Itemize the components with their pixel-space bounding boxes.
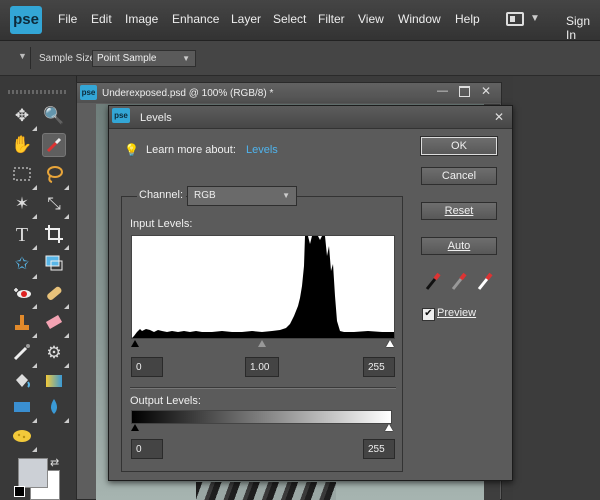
menu-help[interactable]: Help xyxy=(455,12,480,26)
move-tool-icon[interactable]: ✥ xyxy=(10,104,37,131)
channel-label: Channel: xyxy=(137,189,187,201)
menu-view[interactable]: View xyxy=(358,12,384,26)
ok-button[interactable]: OK xyxy=(420,136,498,156)
gradient-tool-icon[interactable] xyxy=(42,370,66,394)
paint-bucket-tool-icon[interactable] xyxy=(10,370,34,394)
lasso-tool-icon[interactable] xyxy=(42,163,69,190)
shape-tool-icon[interactable] xyxy=(10,396,37,423)
marquee-tool-icon[interactable] xyxy=(10,163,37,190)
gray-point-eyedropper-icon[interactable] xyxy=(450,270,468,292)
clone-stamp-tool-icon[interactable] xyxy=(10,311,37,338)
close-icon[interactable]: ✕ xyxy=(481,84,491,98)
workspace-layout-icon[interactable] xyxy=(506,12,524,26)
input-white-field[interactable]: 255 xyxy=(363,357,395,377)
histogram xyxy=(131,235,395,339)
brush-tool-icon[interactable] xyxy=(10,341,37,368)
reset-button[interactable]: Reset xyxy=(421,202,497,220)
input-gamma-slider[interactable] xyxy=(258,340,266,347)
smart-brush-tool-icon[interactable]: ⚙ xyxy=(42,341,69,368)
preview-label[interactable]: Preview xyxy=(437,307,476,319)
menu-filter[interactable]: Filter xyxy=(318,12,345,26)
lightbulb-icon: 💡 xyxy=(124,143,139,157)
preview-checkbox[interactable]: ✔ xyxy=(422,308,435,321)
swap-colors-icon[interactable]: ⇄ xyxy=(50,456,59,469)
chevron-down-icon: ▼ xyxy=(282,191,290,200)
output-levels-label: Output Levels: xyxy=(130,395,201,407)
hand-tool-icon[interactable]: ✋ xyxy=(10,133,34,157)
default-colors-icon[interactable] xyxy=(14,486,25,497)
dialog-app-icon: pse xyxy=(112,108,130,123)
learn-more-label: Learn more about: xyxy=(146,144,236,156)
options-menu-icon[interactable]: ▼ xyxy=(18,51,27,61)
minimize-icon[interactable]: — xyxy=(437,85,448,97)
channel-select[interactable]: RGB ▼ xyxy=(187,186,297,206)
menu-file[interactable]: File xyxy=(58,12,77,26)
type-tool-icon[interactable]: T xyxy=(10,223,37,250)
learn-more-link[interactable]: Levels xyxy=(246,144,278,156)
black-point-eyedropper-icon[interactable] xyxy=(424,270,442,292)
sample-size-value: Point Sample xyxy=(97,53,157,64)
histogram-graph xyxy=(132,236,394,338)
maximize-icon[interactable] xyxy=(459,86,470,97)
output-white-slider[interactable] xyxy=(385,424,393,431)
crop-tool-icon[interactable] xyxy=(42,223,69,250)
app-logo: pse xyxy=(10,6,42,34)
chevron-down-icon[interactable]: ▼ xyxy=(530,13,540,24)
output-black-field[interactable]: 0 xyxy=(131,439,163,459)
section-divider xyxy=(130,387,396,389)
sponge-tool-icon[interactable] xyxy=(10,425,37,452)
menu-image[interactable]: Image xyxy=(125,12,158,26)
menu-window[interactable]: Window xyxy=(398,12,441,26)
menu-enhance[interactable]: Enhance xyxy=(172,12,219,26)
dialog-title: Levels xyxy=(140,112,172,124)
output-white-field[interactable]: 255 xyxy=(363,439,395,459)
magic-wand-tool-icon[interactable]: ✶ xyxy=(10,192,37,219)
options-divider xyxy=(30,47,31,69)
cookie-cutter-tool-icon[interactable]: ✩ xyxy=(10,252,37,279)
sign-in-link[interactable]: Sign In xyxy=(566,14,600,42)
photo-content xyxy=(196,482,336,500)
input-white-point-slider[interactable] xyxy=(386,340,394,347)
channel-value: RGB xyxy=(194,190,216,201)
cancel-button[interactable]: Cancel xyxy=(421,167,497,185)
white-point-eyedropper-icon[interactable] xyxy=(476,270,494,292)
input-gamma-field[interactable]: 1.00 xyxy=(245,357,279,377)
quick-selection-tool-icon[interactable]: ⤡ xyxy=(42,192,69,219)
close-icon[interactable]: ✕ xyxy=(494,110,504,124)
eraser-tool-icon[interactable] xyxy=(42,311,69,338)
recompose-tool-icon[interactable] xyxy=(42,252,66,276)
input-black-point-slider[interactable] xyxy=(131,340,139,347)
blur-tool-icon[interactable] xyxy=(42,396,69,423)
sample-size-select[interactable]: Point Sample ▼ xyxy=(92,50,196,67)
auto-button[interactable]: Auto xyxy=(421,237,497,255)
sample-size-label: Sample Size: xyxy=(39,53,98,64)
toolbox-grip[interactable] xyxy=(8,90,68,94)
document-title: Underexposed.psd @ 100% (RGB/8) * xyxy=(102,88,274,99)
menu-edit[interactable]: Edit xyxy=(91,12,112,26)
input-levels-label: Input Levels: xyxy=(130,218,193,230)
output-gradient-bar xyxy=(131,410,392,424)
input-black-field[interactable]: 0 xyxy=(131,357,163,377)
chevron-down-icon: ▼ xyxy=(182,54,190,63)
panel-area xyxy=(513,76,600,500)
eyedropper-tool-icon[interactable] xyxy=(42,133,66,157)
foreground-color-swatch[interactable] xyxy=(18,458,48,488)
output-black-slider[interactable] xyxy=(131,424,139,431)
red-eye-tool-icon[interactable] xyxy=(10,282,37,309)
menu-layer[interactable]: Layer xyxy=(231,12,261,26)
zoom-tool-icon[interactable]: 🔍 xyxy=(42,104,66,128)
document-app-icon: pse xyxy=(80,85,97,100)
menu-select[interactable]: Select xyxy=(273,12,306,26)
spot-healing-tool-icon[interactable] xyxy=(42,282,69,309)
